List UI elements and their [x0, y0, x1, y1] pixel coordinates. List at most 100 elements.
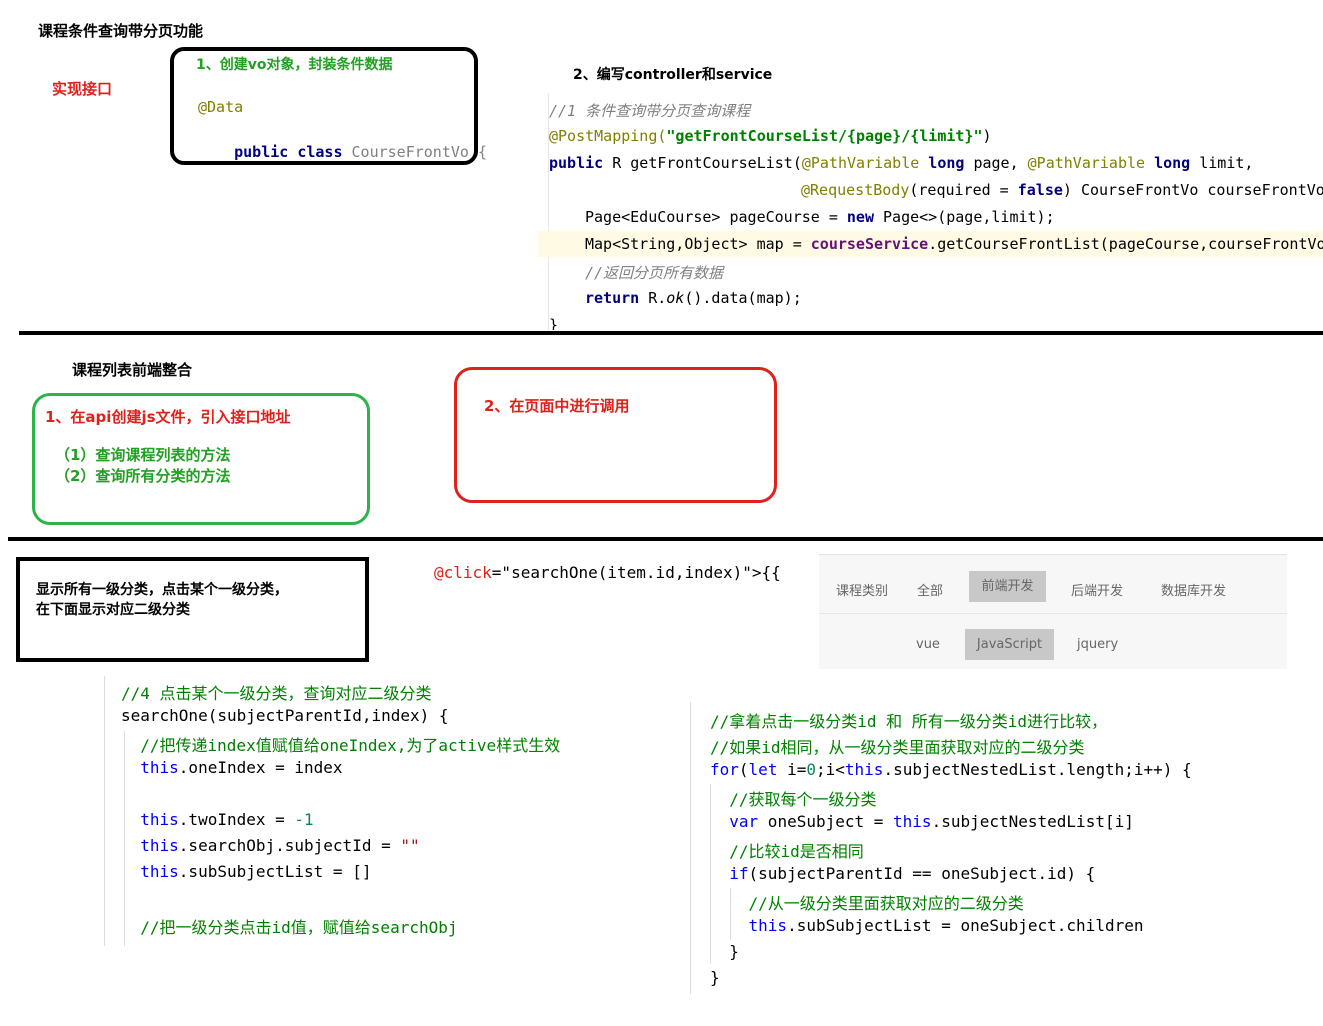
category-label: 课程类别 [836, 584, 889, 599]
category-panel: 课程类别 全部 前端开发 后端开发 数据库开发 vue JavaScript j… [819, 554, 1287, 669]
js-function-signature: searchOne(subjectParentId,index) { [121, 706, 449, 725]
vo-class-declaration: public class CourseFrontVo { [198, 125, 487, 179]
code-indent-guide [104, 676, 105, 946]
api-box-item-2: （2）查询所有分类的方法 [55, 467, 231, 485]
js-keyword: if [710, 864, 749, 883]
js-keyword: for [710, 760, 739, 779]
code-keyword: return [585, 289, 640, 307]
js-text: .subSubjectList = oneSubject.children [787, 916, 1144, 935]
code-keyword: long [919, 154, 965, 172]
js-keyword: this [121, 836, 179, 855]
code-map-line: Map<String,Object> map = courseService.g… [585, 235, 1323, 253]
code-closing-brace: } [549, 316, 559, 330]
vo-class-keyword: public class [234, 143, 343, 161]
code-field: courseService [810, 235, 929, 253]
search-one-code-block: //4 点击某个一级分类，查询对应二级分类 searchOne(subjectP… [104, 676, 644, 946]
page-call-title: 2、在页面中进行调用 [484, 397, 630, 415]
code-annotation: @PathVariable [1027, 154, 1146, 172]
js-comment: //拿着点击一级分类id 和 所有一级分类id进行比较， [710, 712, 1108, 731]
js-number: -1 [294, 810, 314, 829]
category-level2-jquery[interactable]: jquery [1077, 637, 1118, 652]
js-keyword: this [121, 862, 179, 881]
js-number: 0 [806, 760, 816, 779]
js-comment: //把一级分类点击id值，赋值给searchObj [121, 918, 458, 937]
divider-2 [8, 537, 1323, 541]
js-keyword: this [121, 810, 179, 829]
js-statement: this.twoIndex = -1 [121, 810, 314, 829]
code-text: limit, [1190, 154, 1254, 172]
js-text: .twoIndex = [178, 810, 295, 829]
code-return: return R.ok().data(map); [585, 289, 802, 307]
vo-class-name: CourseFrontVo { [342, 143, 487, 161]
compare-code-block: //拿着点击一级分类id 和 所有一级分类id进行比较， //如果id相同，从一… [690, 702, 1310, 994]
js-keyword: let [748, 760, 778, 779]
divider-1 [19, 331, 1323, 335]
js-keyword: var [710, 812, 759, 831]
code-annotation: @RequestBody [801, 181, 910, 199]
category-level1-all[interactable]: 全部 [917, 580, 943, 599]
code-text: ) CourseFrontVo courseFrontVo [1062, 181, 1323, 199]
code-text: .getCourseFrontList(pageCourse,courseFro… [928, 235, 1323, 253]
code-method-signature: public R getFrontCourseList( @PathVariabl… [549, 154, 1253, 172]
code-post-mapping: @PostMapping("getFrontCourseList/{page}/… [549, 127, 992, 145]
post-mapping-end: ) [982, 127, 992, 145]
note-line-1: 显示所有一级分类，点击某个一级分类， [36, 582, 288, 598]
code-text: R getFrontCourseList( [603, 154, 802, 172]
category-level2-vue[interactable]: vue [916, 637, 940, 652]
code-text: R. [639, 289, 667, 307]
controller-code-block: //1 条件查询带分页查询课程 @PostMapping("getFrontCo… [538, 94, 1323, 330]
note-line-2: 在下面显示对应二级分类 [36, 602, 190, 618]
js-text: .oneIndex = index [178, 758, 343, 777]
js-statement: this.subSubjectList = [] [121, 862, 371, 881]
js-for-loop: for(let i=0;i<this.subjectNestedList.len… [710, 760, 1192, 779]
vo-step-title: 1、创建vo对象，封装条件数据 [196, 57, 393, 73]
js-statement: this.subSubjectList = oneSubject.childre… [710, 916, 1144, 935]
click-attr: @click [434, 563, 492, 582]
js-keyword: this [893, 812, 932, 831]
vo-data-annotation: @Data [198, 98, 244, 116]
vo-object-box: 1、创建vo对象，封装条件数据 @Data public class Cours… [170, 47, 487, 165]
js-comment: //获取每个一级分类 [710, 790, 877, 809]
category-level2-javascript[interactable]: JavaScript [965, 629, 1054, 660]
api-box-title: 1、在api创建js文件，引入接口地址 [45, 408, 291, 426]
code-keyword: public [549, 154, 604, 172]
category-note-box: 显示所有一级分类，点击某个一级分类， 在下面显示对应二级分类 [16, 557, 369, 662]
js-text: ;i< [816, 760, 845, 779]
js-if-statement: if(subjectParentId == oneSubject.id) { [710, 864, 1095, 883]
code-comment-1: //1 条件查询带分页查询课程 [549, 102, 751, 120]
js-keyword: this [844, 760, 884, 779]
code-italic: ok [666, 289, 685, 307]
js-comment: //如果id相同，从一级分类里面获取对应的二级分类 [710, 738, 1085, 757]
code-keyword: new [846, 208, 874, 226]
category-level1-frontend[interactable]: 前端开发 [969, 571, 1046, 602]
js-text: .subjectNestedList.length;i++) { [883, 760, 1192, 779]
code-page-course: Page<EduCourse> pageCourse = new Page<>(… [585, 208, 1055, 226]
code-request-body: @RequestBody(required = false) CourseFro… [801, 181, 1323, 199]
js-closing-brace: } [710, 968, 720, 987]
js-string: "" [400, 836, 420, 855]
js-comment: //4 点击某个一级分类，查询对应二级分类 [121, 684, 432, 703]
code-text: Page<>(page,limit); [874, 208, 1055, 226]
post-mapping-annotation: @PostMapping( [549, 127, 667, 145]
section1-title: 课程条件查询带分页功能 [38, 22, 204, 40]
js-comment: //比较id是否相同 [710, 842, 864, 861]
code-text: Page<EduCourse> pageCourse = [585, 208, 847, 226]
js-statement: var oneSubject = this.subjectNestedList[… [710, 812, 1134, 831]
category-level1-database[interactable]: 数据库开发 [1161, 580, 1226, 599]
code-keyword: false [1017, 181, 1063, 199]
js-statement: this.searchObj.subjectId = "" [121, 836, 420, 855]
category-level1-backend[interactable]: 后端开发 [1071, 580, 1123, 599]
js-statement: this.oneIndex = index [121, 758, 343, 777]
code-keyword: long [1145, 154, 1191, 172]
click-handler-value: ="searchOne(item.id,index)">{{ [491, 563, 781, 582]
js-closing-brace: } [710, 942, 739, 961]
js-comment: //把传递index值赋值给oneIndex,为了active样式生效 [121, 736, 561, 755]
click-handler-code: @click="searchOne(item.id,index)">{{ [434, 563, 781, 582]
code-text: ().data(map); [684, 289, 802, 307]
js-text: (subjectParentId == oneSubject.id) { [748, 864, 1096, 883]
code-text: Map<String,Object> map = [585, 235, 811, 253]
code-text: (required = [909, 181, 1018, 199]
code-text: page, [964, 154, 1028, 172]
implement-label: 实现接口 [52, 80, 113, 98]
api-box-item-1: （1）查询课程列表的方法 [55, 446, 231, 464]
